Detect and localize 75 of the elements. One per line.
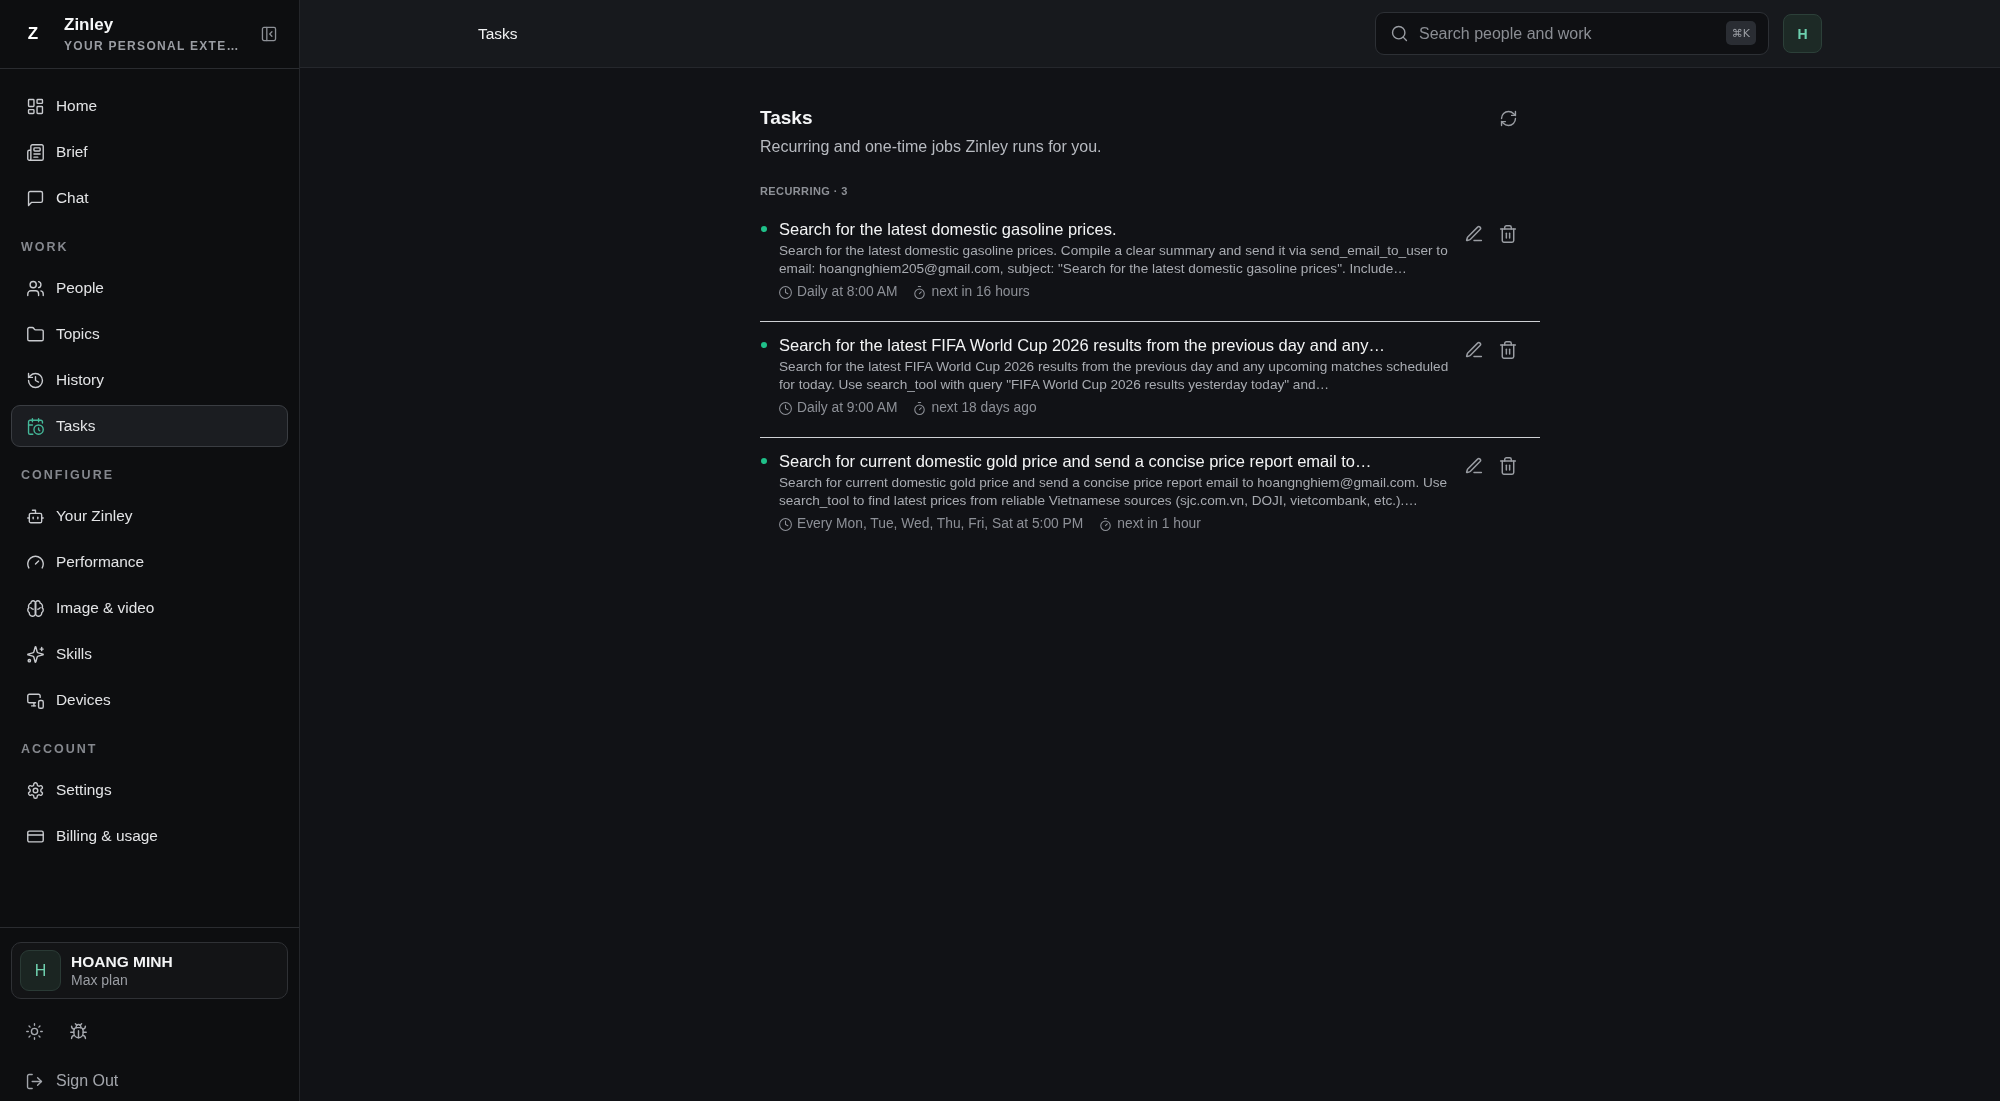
brand-name: Zinley bbox=[64, 14, 115, 35]
users-icon bbox=[27, 279, 44, 297]
nav-item[interactable]: Chat bbox=[11, 177, 288, 219]
trash-icon[interactable] bbox=[1499, 225, 1517, 243]
sign-out-button[interactable]: Sign Out bbox=[11, 1061, 127, 1101]
nav-item[interactable]: Image & video bbox=[11, 587, 288, 629]
task-title: Search for the latest domestic gasoline prices. bbox=[779, 219, 1118, 240]
section-label: ACCOUNT bbox=[20, 741, 99, 758]
newspaper-icon bbox=[27, 143, 44, 161]
brain-icon bbox=[27, 599, 44, 617]
sidebar-collapse-icon[interactable] bbox=[261, 26, 277, 42]
sparkles-icon bbox=[27, 645, 44, 663]
task-description: Search for the latest FIFA World Cup 2026 results from the previous day and any upcoming matches scheduled for today. Use search_tool with query "FIFA World Cup 2026 results yesterday today" and… bbox=[779, 358, 1450, 394]
credit-card-icon bbox=[27, 827, 44, 845]
clock-icon bbox=[779, 285, 792, 299]
user-name: HOANG MINH bbox=[71, 952, 173, 971]
task-description: Search for current domestic gold price and send a concise price report email to hoangnghiem@gmail.com. Use search_tool to find latest prices from reliable Vietnamese sources (sjc.com.vn, DOJI, vietcombank, etc.).… bbox=[779, 474, 1449, 510]
chat-bubble-icon bbox=[27, 189, 44, 207]
brand-tagline: YOUR PERSONAL EXTE… bbox=[64, 37, 241, 54]
nav-item[interactable]: Billing & usage bbox=[11, 815, 288, 857]
dashboard-grid-icon bbox=[27, 97, 44, 115]
calendar-clock-icon bbox=[27, 417, 44, 435]
trash-icon[interactable] bbox=[1499, 341, 1517, 359]
user-avatar: H bbox=[20, 950, 61, 991]
next-run: next in 1 hour bbox=[1117, 515, 1201, 533]
nav-item[interactable]: Topics bbox=[11, 313, 288, 355]
sign-out-icon bbox=[26, 1072, 43, 1090]
page-heading: Tasks bbox=[760, 106, 813, 130]
task-title: Search for current domestic gold price and send a concise price report email to… bbox=[779, 451, 1373, 472]
plan-label: Max plan bbox=[71, 971, 129, 989]
nav-item[interactable]: Home bbox=[11, 85, 288, 127]
nav-item[interactable]: Tasks bbox=[11, 405, 288, 447]
history-icon bbox=[27, 371, 44, 389]
clock-icon bbox=[779, 517, 792, 531]
section-label: CONFIGURE bbox=[20, 467, 115, 484]
nav-item[interactable]: Settings bbox=[11, 769, 288, 811]
trash-icon[interactable] bbox=[1499, 457, 1517, 475]
page-title: Tasks bbox=[478, 24, 518, 43]
next-run: next in 16 hours bbox=[931, 283, 1030, 301]
pencil-icon[interactable] bbox=[1465, 341, 1483, 359]
section-label: WORK bbox=[20, 239, 70, 256]
nav-item[interactable]: Your Zinley bbox=[11, 495, 288, 537]
task-title: Search for the latest FIFA World Cup 2026 results from the previous day and any… bbox=[779, 335, 1386, 356]
task-schedule: Daily at 9:00 AM bbox=[797, 399, 898, 417]
nav-item[interactable]: Skills bbox=[11, 633, 288, 675]
pencil-icon[interactable] bbox=[1465, 225, 1483, 243]
next-run: next 18 days ago bbox=[931, 399, 1037, 417]
page-subtitle: Recurring and one-time jobs Zinley runs for you. bbox=[760, 137, 1103, 157]
nav-item[interactable]: People bbox=[11, 267, 288, 309]
sun-icon[interactable] bbox=[26, 1022, 43, 1040]
search-icon bbox=[1391, 25, 1408, 42]
timer-icon bbox=[913, 285, 927, 299]
task-description: Search for the latest domestic gasoline prices. Compile a clear summary and send it via send_email_to_user to email: hoangnghiem205@gmail.com, subject: "Search for the latest domestic gasoline prices". Include… bbox=[779, 242, 1449, 278]
nav-item[interactable]: History bbox=[11, 359, 288, 401]
nav-item[interactable]: Brief bbox=[11, 131, 288, 173]
user-card[interactable]: H HOANG MINH Max plan bbox=[11, 942, 288, 999]
timer-icon bbox=[1099, 517, 1113, 531]
task-schedule: Daily at 8:00 AM bbox=[797, 283, 898, 301]
bug-icon[interactable] bbox=[70, 1022, 87, 1040]
shortcut-hint: ⌘K bbox=[1725, 21, 1756, 45]
task-schedule: Every Mon, Tue, Wed, Thu, Fri, Sat at 5:00 PM bbox=[797, 515, 1084, 533]
brand-logo: Z bbox=[26, 24, 40, 44]
refresh-icon[interactable] bbox=[1499, 109, 1517, 127]
group-label: RECURRING · 3 bbox=[760, 184, 849, 198]
gauge-icon bbox=[27, 553, 44, 571]
nav-item[interactable]: Devices bbox=[11, 679, 288, 721]
pencil-icon[interactable] bbox=[1465, 457, 1483, 475]
folder-icon bbox=[27, 325, 44, 343]
monitor-phone-icon bbox=[27, 691, 44, 709]
robot-icon bbox=[27, 507, 44, 525]
user-avatar[interactable]: H bbox=[1783, 14, 1822, 53]
clock-icon bbox=[779, 401, 792, 415]
timer-icon bbox=[913, 401, 927, 415]
settings-icon bbox=[27, 781, 44, 799]
nav-item[interactable]: Performance bbox=[11, 541, 288, 583]
